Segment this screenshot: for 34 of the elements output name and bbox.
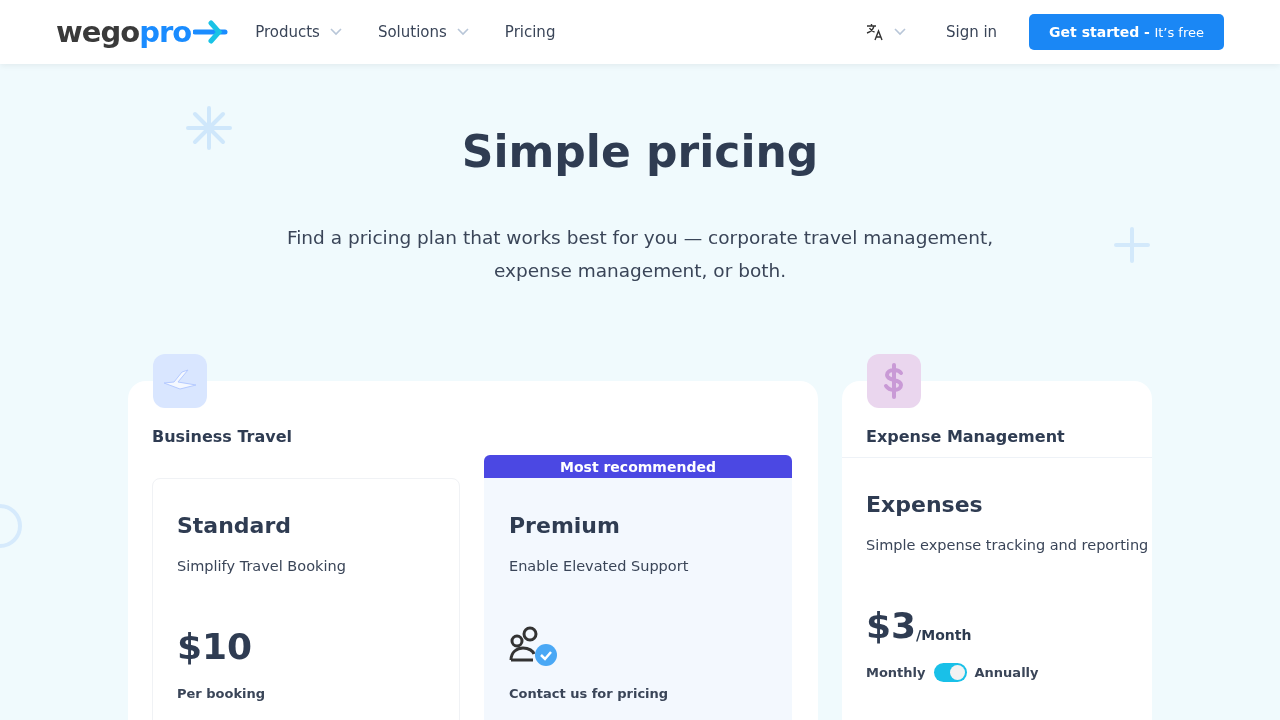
dollar-icon	[866, 353, 922, 409]
plan-price: $3	[866, 605, 917, 647]
nav-menu-item[interactable]: Products	[255, 23, 342, 41]
sparkle-icon	[186, 106, 232, 150]
toggle-label: Annually	[974, 665, 1039, 680]
chevron-down-icon	[456, 28, 469, 36]
plan-description: Simplify Travel Booking	[177, 558, 347, 574]
plan-price: $10	[177, 626, 253, 668]
chevron-down-icon	[893, 28, 906, 36]
plan-description: Simple expense tracking and reporting	[866, 537, 1146, 553]
plan-name: Premium	[509, 513, 621, 538]
page-subtitle: Find a pricing plan that works best for you — corporate travel management, expense management, or both.	[285, 226, 995, 283]
toggle-label: Monthly	[866, 665, 926, 680]
plan-name: Standard	[177, 513, 293, 538]
nav-menu-item[interactable]: Pricing	[504, 23, 556, 41]
sign-in-link[interactable]: Sign in	[945, 23, 998, 41]
price-note: Contact us for pricing	[509, 686, 670, 701]
nav-menu-item[interactable]: Solutions	[377, 23, 469, 41]
get-started-button[interactable]: Get started - It’s free	[1029, 14, 1224, 50]
page-title: Simple pricing	[461, 126, 819, 177]
billing-toggle[interactable]	[933, 663, 967, 682]
group-title: Expense Management	[866, 427, 1066, 448]
price-unit: /Month	[916, 627, 972, 643]
plan-name: Expenses	[866, 492, 984, 517]
wegopro-logo[interactable]: wegopro	[56, 15, 230, 49]
plus-icon	[1114, 227, 1150, 263]
price-note: Per booking	[177, 686, 267, 701]
recommended-badge: Most recommended	[484, 455, 792, 478]
plan-description: Enable Elevated Support	[509, 558, 690, 574]
team-verified-icon	[509, 626, 559, 668]
language-selector[interactable]	[865, 23, 906, 41]
chevron-down-icon	[329, 28, 342, 36]
group-title: Business Travel	[152, 427, 294, 448]
translate-icon	[865, 23, 884, 41]
